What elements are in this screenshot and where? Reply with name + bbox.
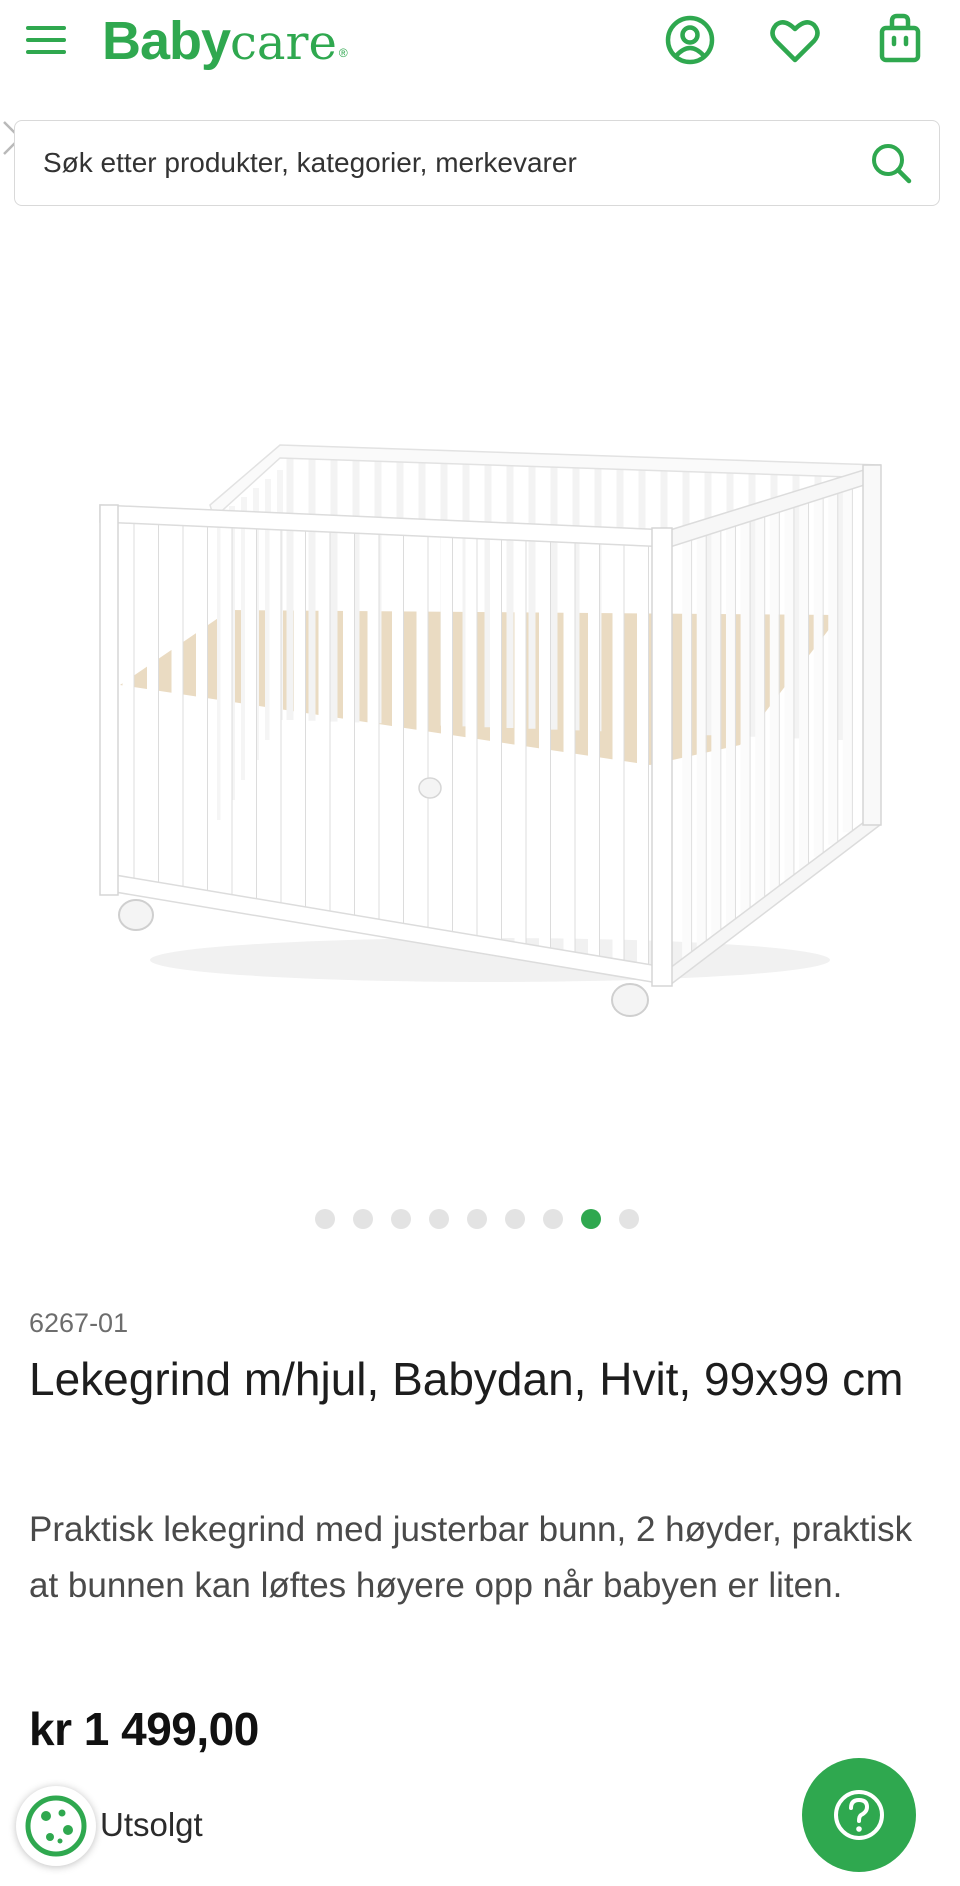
cookie-settings-button[interactable]	[16, 1786, 96, 1866]
carousel-dot[interactable]	[581, 1209, 601, 1229]
product-image[interactable]	[90, 420, 890, 1020]
carousel-dot[interactable]	[315, 1209, 335, 1229]
question-icon	[834, 1790, 884, 1840]
carousel-dot[interactable]	[429, 1209, 449, 1229]
product-page: Babycare ® Søk etter produkter, kategori…	[0, 0, 960, 1886]
product-description: Praktisk lekegrind med justerbar bunn, 2…	[29, 1510, 913, 1605]
product-price: kr 1 499,00	[29, 1703, 259, 1755]
carousel-dot[interactable]	[543, 1209, 563, 1229]
carousel-dot[interactable]	[619, 1209, 639, 1229]
stock-status: Utsolgt	[100, 1806, 203, 1843]
brand-registered-mark: ®	[338, 46, 348, 60]
brand-name-bold: Baby	[102, 11, 231, 71]
help-button[interactable]	[802, 1758, 916, 1872]
brand-logo[interactable]: Babycare ®	[102, 6, 348, 78]
carousel-dot[interactable]	[391, 1209, 411, 1229]
product-sku: 6267-01	[29, 1308, 129, 1338]
search-bar	[14, 120, 940, 206]
product-title: Lekegrind m/hjul, Babydan, Hvit, 99x99 c…	[29, 1353, 904, 1405]
heart-icon[interactable]	[765, 10, 825, 70]
site-header: Babycare ®	[0, 0, 960, 90]
shopping-bag-icon[interactable]	[870, 10, 930, 70]
carousel-dot[interactable]	[467, 1209, 487, 1229]
carousel-dot[interactable]	[353, 1209, 373, 1229]
menu-icon[interactable]	[22, 18, 72, 62]
cookie-icon	[25, 1795, 87, 1857]
brand-name-light: care	[230, 15, 337, 71]
carousel-dot[interactable]	[505, 1209, 525, 1229]
search-icon[interactable]	[867, 139, 915, 187]
user-icon[interactable]	[660, 10, 720, 70]
search-input[interactable]	[43, 121, 843, 205]
